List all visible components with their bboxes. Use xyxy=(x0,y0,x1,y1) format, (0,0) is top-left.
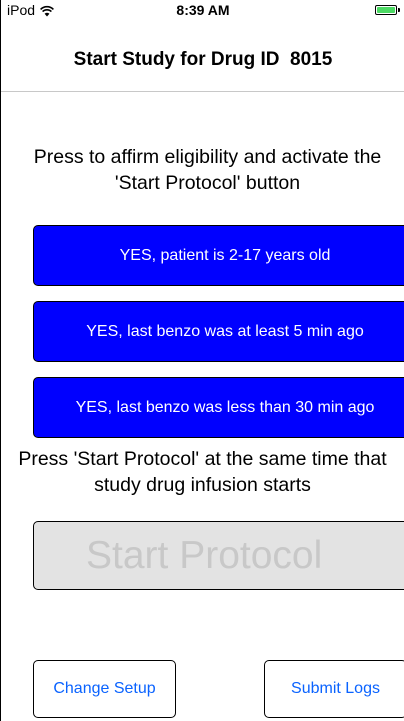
eligibility-instruction: Press to affirm eligibility and activate… xyxy=(33,146,382,194)
status-time: 8:39 AM xyxy=(176,2,230,18)
battery-tip xyxy=(398,8,400,12)
change-setup-button[interactable]: Change Setup xyxy=(33,660,176,718)
protocol-instruction: Press 'Start Protocol' at the same time … xyxy=(1,446,404,498)
age-eligibility-button[interactable]: YES, patient is 2-17 years old xyxy=(33,225,404,286)
app-screen: iPod 8:39 AM Start Study for Drug ID 801… xyxy=(0,0,404,721)
submit-logs-button[interactable]: Submit Logs xyxy=(264,660,404,718)
status-bar: iPod 8:39 AM xyxy=(1,0,404,20)
battery-level xyxy=(377,7,395,13)
battery-icon xyxy=(375,5,400,15)
benzo-max-time-button[interactable]: YES, last benzo was less than 30 min ago xyxy=(33,377,404,438)
protocol-instruction-text: Press 'Start Protocol' at the same time … xyxy=(18,448,387,496)
start-protocol-button[interactable]: Start Protocol xyxy=(33,521,404,590)
page-title: Start Study for Drug ID 8015 xyxy=(73,49,333,70)
navigation-bar: Start Study for Drug ID 8015 xyxy=(1,20,404,92)
benzo-min-time-button[interactable]: YES, last benzo was at least 5 min ago xyxy=(33,301,404,362)
